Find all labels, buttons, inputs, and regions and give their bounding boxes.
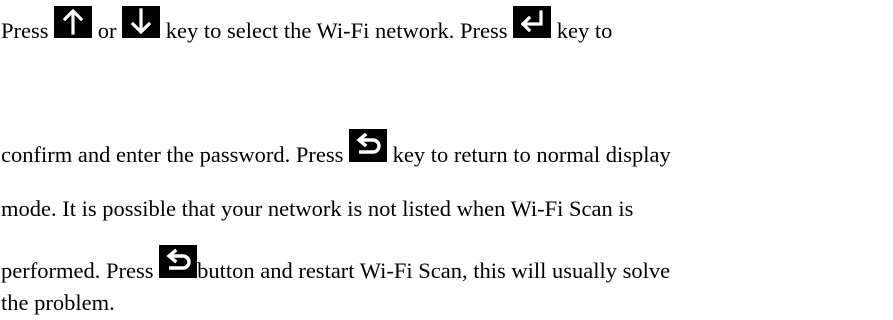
arrow-up-key-icon bbox=[54, 6, 93, 38]
text-the-problem: the problem. bbox=[1, 290, 115, 315]
enter-key-icon bbox=[513, 6, 552, 38]
text-performed-press: performed. Press bbox=[1, 258, 154, 283]
text-key-to: key to bbox=[556, 18, 613, 43]
text-network-not-listed: mode. It is possible that your network i… bbox=[1, 196, 634, 221]
text-confirm-password: confirm and enter the password. Press bbox=[1, 142, 344, 167]
text-return-normal-display: key to return to normal display bbox=[392, 142, 671, 167]
text-press: Press bbox=[1, 18, 49, 43]
text-or: or bbox=[97, 18, 117, 43]
paragraph-line-2: confirm and enter the password. Press ke… bbox=[1, 129, 671, 167]
text-restart-scan: button and restart Wi-Fi Scan, this will… bbox=[197, 258, 671, 283]
paragraph-line-1: Press or key to select the Wi-Fi network… bbox=[1, 6, 612, 43]
arrow-down-key-icon bbox=[122, 6, 161, 38]
return-key-icon bbox=[159, 245, 198, 278]
paragraph-line-4: performed. Press button and restart Wi-F… bbox=[1, 245, 670, 283]
return-key-icon bbox=[349, 129, 388, 162]
paragraph-line-5: the problem. bbox=[1, 290, 115, 315]
text-select-network: key to select the Wi-Fi network. Press bbox=[165, 18, 508, 43]
paragraph-line-3: mode. It is possible that your network i… bbox=[1, 196, 634, 221]
